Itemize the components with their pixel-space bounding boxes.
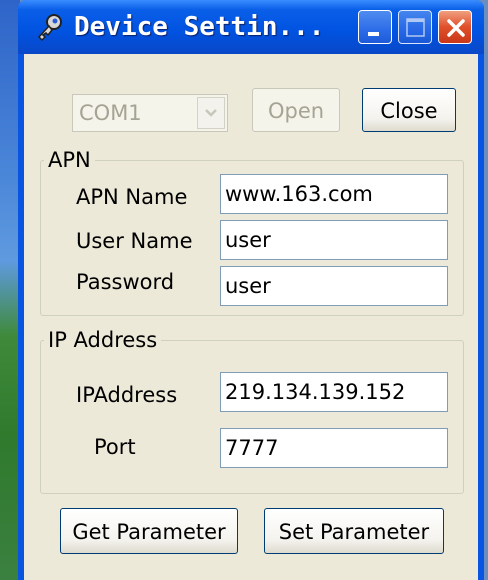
dialog-body: COM1 Open Close APN APN Name www.163.com… [24, 54, 478, 580]
password-field[interactable]: user [220, 266, 448, 306]
close-icon [447, 19, 465, 37]
ip-address-field[interactable]: 219.134.139.152 [220, 372, 448, 412]
maximize-icon [406, 18, 425, 37]
port-label: Port [94, 435, 136, 459]
port-select[interactable]: COM1 [72, 94, 228, 132]
maximize-button[interactable] [398, 10, 432, 44]
ip-address-group [40, 340, 464, 494]
title-bar[interactable]: Device Settin... [18, 0, 484, 54]
minimize-icon [368, 32, 379, 36]
apn-group-legend: APN [44, 147, 95, 173]
close-button-label: Close [380, 99, 438, 123]
user-name-label: User Name [76, 229, 193, 253]
apn-name-label: APN Name [76, 185, 188, 209]
dropdown-button[interactable] [197, 97, 225, 129]
minimize-button[interactable] [358, 10, 392, 44]
set-parameter-button[interactable]: Set Parameter [264, 508, 444, 554]
key-icon [37, 14, 62, 42]
desktop-background [0, 0, 20, 580]
get-parameter-label: Get Parameter [72, 520, 226, 544]
set-parameter-label: Set Parameter [278, 520, 430, 544]
close-window-button[interactable] [438, 10, 472, 44]
device-settings-window: Device Settin... COM1 Open Close APN APN… [18, 0, 484, 580]
get-parameter-button[interactable]: Get Parameter [60, 508, 238, 554]
close-button[interactable]: Close [362, 88, 456, 132]
user-name-field[interactable]: user [220, 220, 448, 260]
open-button-label: Open [267, 99, 325, 123]
ip-address-group-legend: IP Address [44, 327, 162, 353]
open-button[interactable]: Open [252, 88, 340, 132]
window-title: Device Settin... [74, 12, 325, 42]
password-label: Password [76, 270, 175, 294]
port-field[interactable]: 7777 [220, 428, 448, 468]
ip-address-label: IPAddress [76, 383, 178, 407]
port-select-value: COM1 [79, 101, 142, 125]
apn-name-field[interactable]: www.163.com [220, 174, 448, 214]
chevron-down-icon [205, 109, 217, 117]
